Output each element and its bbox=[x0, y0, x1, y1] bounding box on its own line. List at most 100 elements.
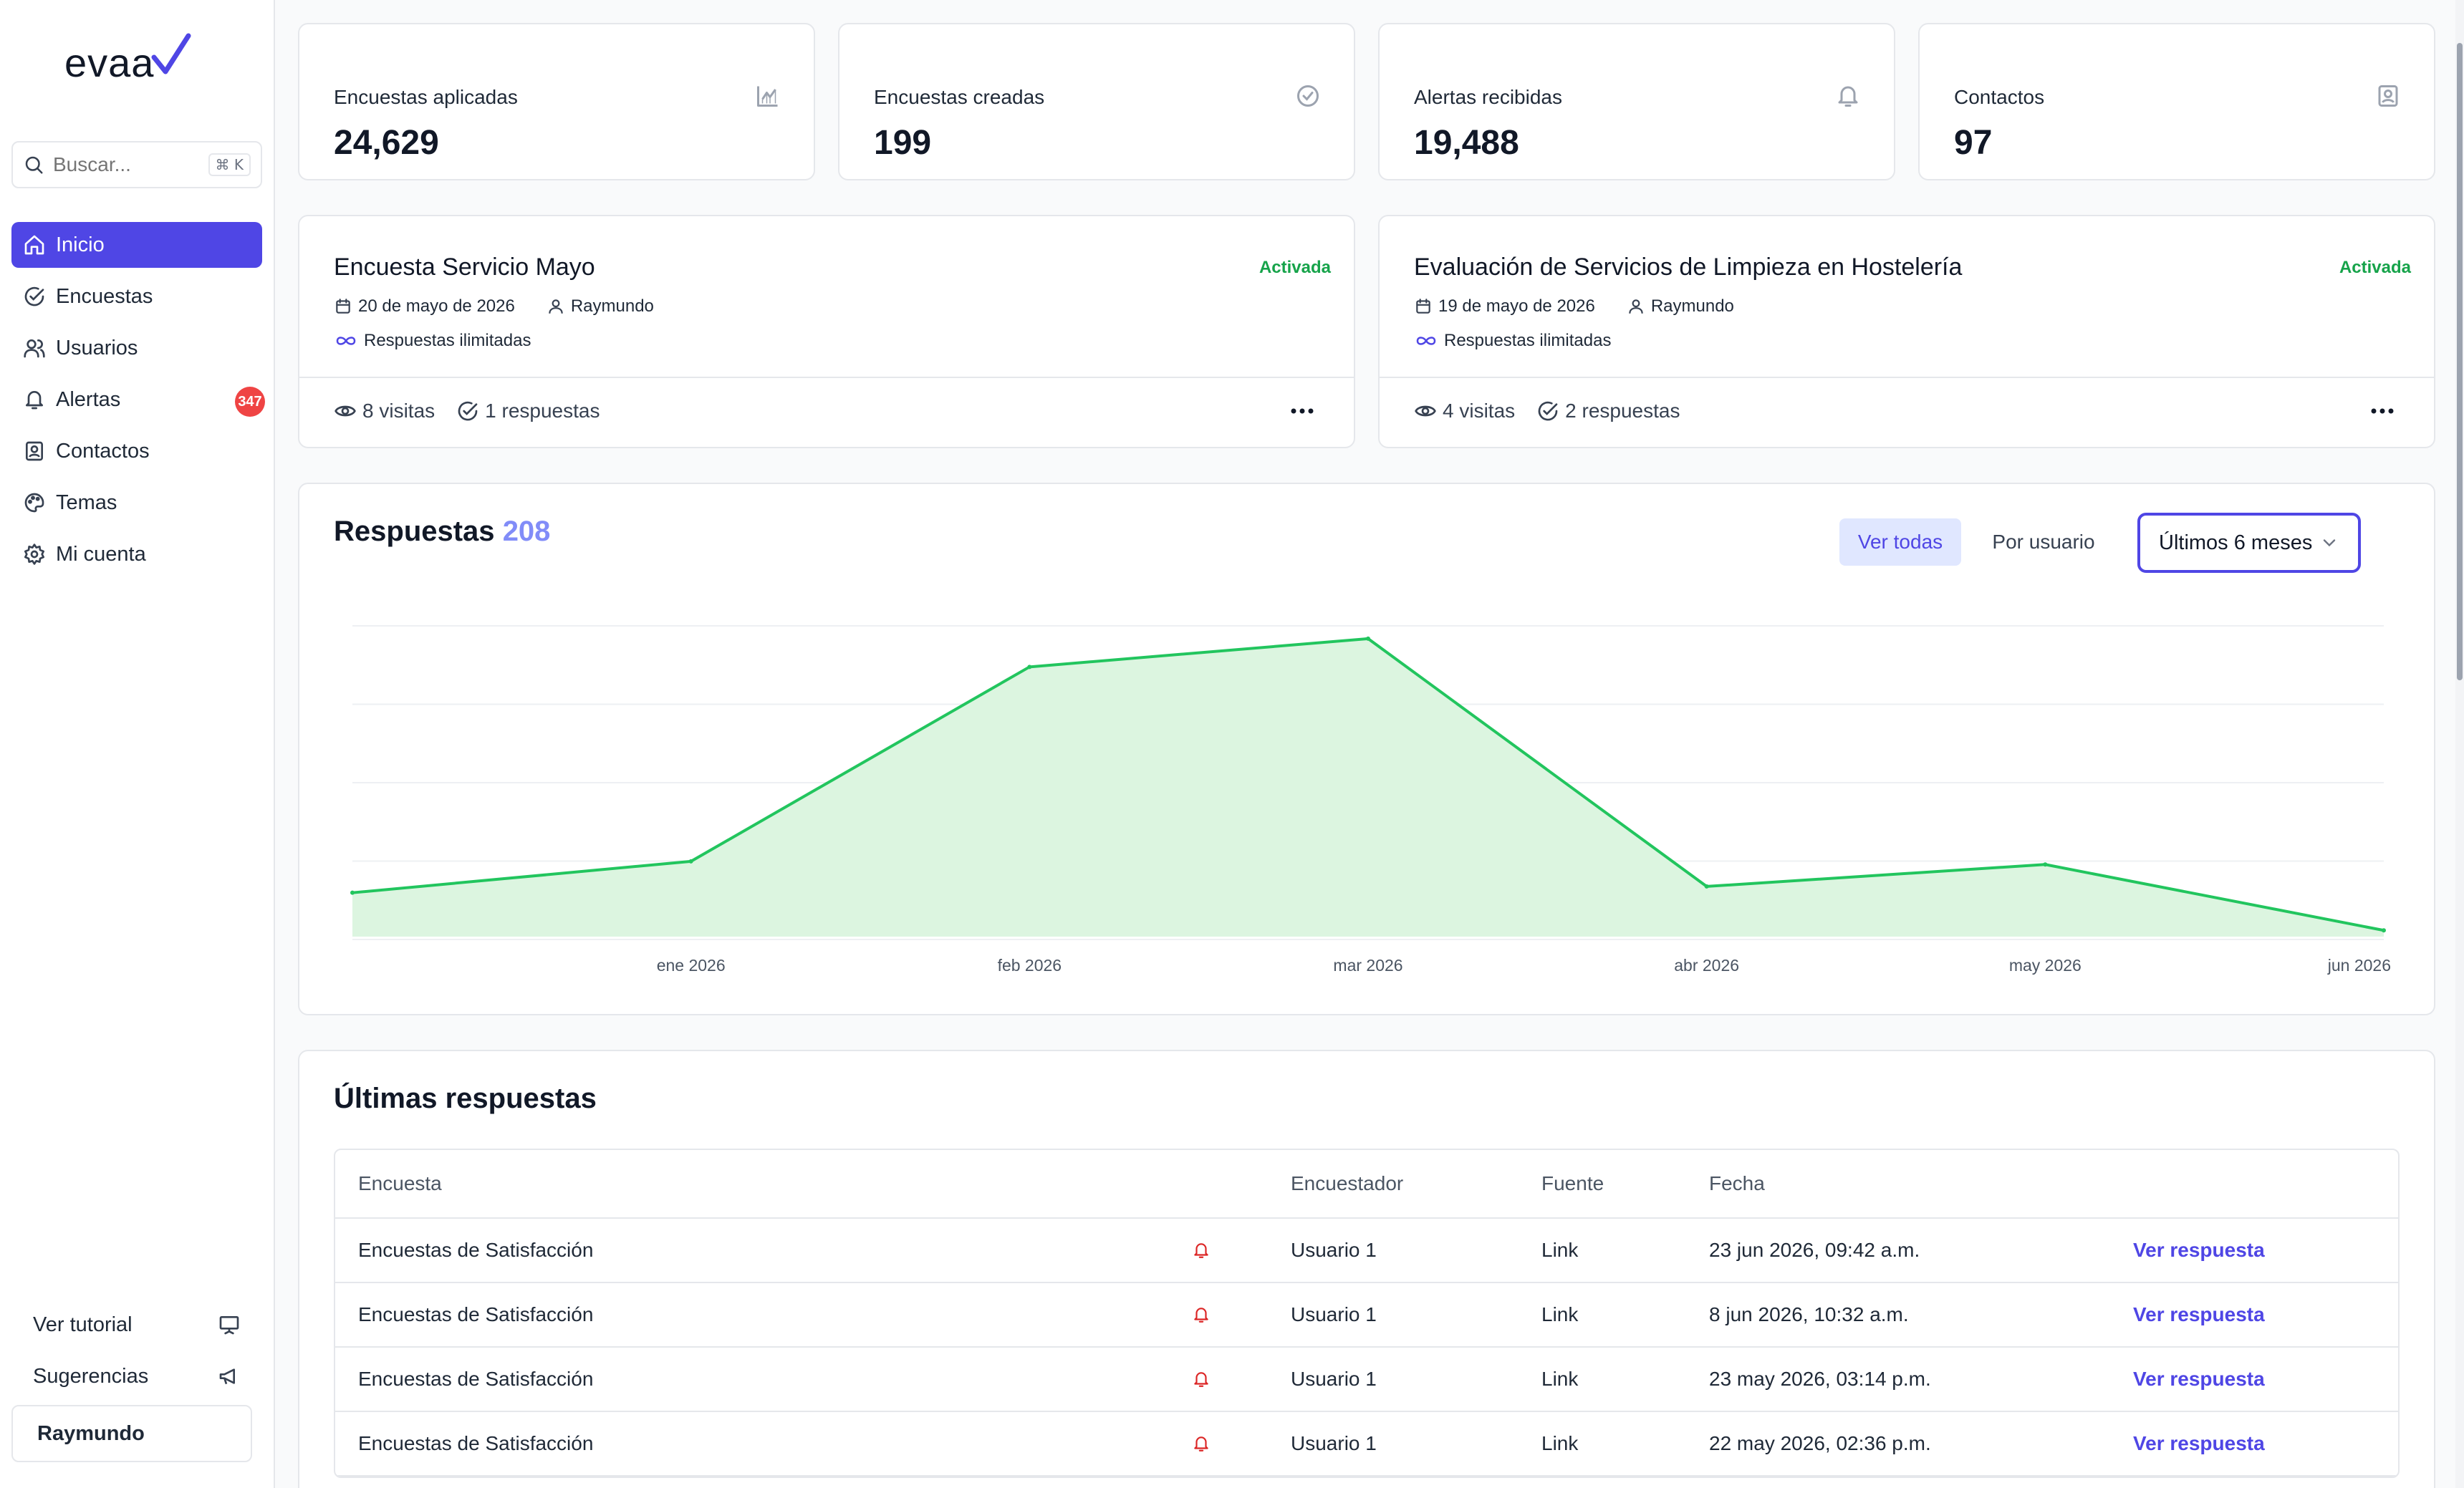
survey-title[interactable]: Evaluación de Servicios de Limpieza en H… bbox=[1414, 253, 1962, 281]
sidebar: evaa ⌘ K Inicio Encuestas Usuarios Alert… bbox=[0, 0, 275, 1488]
more-options-icon[interactable] bbox=[2368, 404, 2397, 418]
data-point[interactable] bbox=[688, 859, 693, 864]
search-box[interactable]: ⌘ K bbox=[11, 141, 262, 188]
survey-limit: Respuestas ilimitadas bbox=[1414, 331, 1611, 351]
calendar-icon bbox=[1416, 299, 1430, 314]
row-date: 8 jun 2026, 10:32 a.m. bbox=[1709, 1303, 1909, 1325]
x-tick-label: jun 2026 bbox=[2327, 956, 2391, 975]
survey-card[interactable]: Encuesta Servicio Mayo Activada 20 de ma… bbox=[298, 215, 1355, 448]
stat-label: Encuestas creadas bbox=[874, 86, 1045, 108]
alert-bell-icon bbox=[1194, 1308, 1208, 1323]
palette-icon bbox=[24, 493, 44, 513]
tutorial-link[interactable]: Ver tutorial bbox=[11, 1302, 252, 1348]
check-circle-icon bbox=[24, 286, 44, 306]
suggestions-label: Sugerencias bbox=[33, 1364, 149, 1388]
nav-item-contactos[interactable]: Contactos bbox=[11, 428, 262, 474]
stat-value: 24,629 bbox=[334, 124, 439, 162]
stat-value: 19,488 bbox=[1414, 124, 1519, 162]
table-row: Encuestas de Satisfacción Usuario 1 Link 23… bbox=[335, 1219, 2398, 1283]
check-circle-icon bbox=[458, 401, 478, 421]
table-header: Encuesta Encuestador Fuente Fecha bbox=[335, 1150, 2398, 1219]
nav-item-mi-cuenta[interactable]: Mi cuenta bbox=[11, 531, 262, 577]
nav-item-alertas[interactable]: Alertas 347 bbox=[11, 377, 265, 422]
row-surveyor: Usuario 1 bbox=[1291, 1432, 1377, 1454]
alert-bell-icon bbox=[1194, 1436, 1208, 1451]
x-tick-label: abr 2026 bbox=[1674, 956, 1739, 975]
table-row: Encuestas de Satisfacción Usuario 1 Link 23… bbox=[335, 1348, 2398, 1412]
data-point[interactable] bbox=[350, 890, 355, 895]
data-point[interactable] bbox=[2382, 928, 2386, 933]
scrollbar-thumb[interactable] bbox=[2457, 43, 2463, 680]
nav-label: Encuestas bbox=[56, 284, 153, 308]
responses-table: Encuesta Encuestador Fuente Fecha Encues… bbox=[334, 1149, 2400, 1478]
col-source: Fuente bbox=[1541, 1172, 1604, 1194]
survey-visits: 4 visitas bbox=[1443, 400, 1516, 422]
view-response-link[interactable]: Ver respuesta bbox=[2133, 1432, 2265, 1455]
x-tick-label: ene 2026 bbox=[657, 956, 726, 975]
sidebar-footer: Ver tutorial Sugerencias Raymundo bbox=[11, 1302, 252, 1462]
row-surveyor: Usuario 1 bbox=[1291, 1239, 1377, 1261]
infinity-icon bbox=[1416, 337, 1436, 345]
user-menu[interactable]: Raymundo bbox=[11, 1405, 252, 1462]
nav-label: Mi cuenta bbox=[56, 542, 146, 566]
nav-item-temas[interactable]: Temas bbox=[11, 480, 262, 526]
row-date: 23 jun 2026, 09:42 a.m. bbox=[1709, 1239, 1920, 1261]
row-survey: Encuestas de Satisfacción bbox=[358, 1432, 594, 1454]
view-response-link[interactable]: Ver respuesta bbox=[2133, 1368, 2265, 1391]
col-survey: Encuesta bbox=[358, 1172, 442, 1194]
x-tick-label: feb 2026 bbox=[998, 956, 1062, 975]
divider bbox=[299, 377, 1354, 378]
survey-card[interactable]: Evaluación de Servicios de Limpieza en H… bbox=[1378, 215, 2435, 448]
stat-card-contactos: Contactos 97 bbox=[1918, 23, 2435, 180]
view-response-link[interactable]: Ver respuesta bbox=[2133, 1303, 2265, 1326]
data-point[interactable] bbox=[1027, 665, 1032, 670]
data-point[interactable] bbox=[1704, 884, 1709, 889]
survey-title[interactable]: Encuesta Servicio Mayo bbox=[334, 253, 595, 281]
stat-card-encuestas-aplicadas: Encuestas aplicadas 24,629 bbox=[298, 23, 815, 180]
nav-label: Temas bbox=[56, 491, 117, 514]
survey-date: 20 de mayo de 2026 bbox=[358, 296, 515, 316]
responses-chart-card: Respuestas 208 Ver todas Por usuario Últ… bbox=[298, 483, 2435, 1015]
chart-icon bbox=[757, 86, 778, 107]
user-icon bbox=[549, 299, 563, 314]
row-source: Link bbox=[1541, 1239, 1579, 1261]
nav-item-inicio[interactable]: Inicio bbox=[11, 222, 262, 268]
row-survey: Encuestas de Satisfacción bbox=[358, 1368, 594, 1390]
nav-item-encuestas[interactable]: Encuestas bbox=[11, 274, 262, 319]
responses-area-chart: ene 2026 feb 2026 mar 2026 abr 2026 may 2026… bbox=[350, 625, 2391, 975]
survey-limit: Respuestas ilimitadas bbox=[334, 331, 531, 351]
user-name: Raymundo bbox=[37, 1421, 145, 1445]
data-point[interactable] bbox=[2043, 862, 2048, 867]
survey-visits: 8 visitas bbox=[362, 400, 435, 422]
nav-item-usuarios[interactable]: Usuarios bbox=[11, 325, 262, 371]
home-icon bbox=[24, 235, 44, 255]
row-surveyor: Usuario 1 bbox=[1291, 1368, 1377, 1390]
view-response-link[interactable]: Ver respuesta bbox=[2133, 1239, 2265, 1262]
stat-card-alertas-recibidas: Alertas recibidas 19,488 bbox=[1378, 23, 1895, 180]
data-point[interactable] bbox=[1366, 636, 1370, 641]
check-circle-icon bbox=[1297, 85, 1319, 107]
x-tick-label: mar 2026 bbox=[1333, 956, 1402, 975]
row-source: Link bbox=[1541, 1432, 1579, 1454]
infinity-icon bbox=[336, 337, 356, 345]
row-surveyor: Usuario 1 bbox=[1291, 1303, 1377, 1325]
latest-responses-title: Últimas respuestas bbox=[334, 1083, 597, 1114]
survey-responses: 1 respuestas bbox=[485, 400, 600, 422]
row-date: 22 may 2026, 02:36 p.m. bbox=[1709, 1432, 1931, 1454]
stat-label: Encuestas aplicadas bbox=[334, 86, 518, 108]
eye-icon bbox=[1415, 405, 1436, 417]
more-options-icon[interactable] bbox=[1288, 404, 1317, 418]
survey-stats: 4 visitas 2 respuestas bbox=[1414, 400, 1680, 422]
table-row: Encuestas de Satisfacción Usuario 1 Link 22… bbox=[335, 1412, 2398, 1477]
divider bbox=[1380, 377, 2434, 378]
scrollbar[interactable] bbox=[2455, 0, 2464, 1488]
suggestions-link[interactable]: Sugerencias bbox=[11, 1353, 252, 1399]
eye-icon bbox=[335, 405, 356, 417]
survey-status-badge: Activada bbox=[2339, 258, 2411, 277]
search-input[interactable] bbox=[53, 153, 203, 176]
latest-responses-card: Últimas respuestas Encuesta Encuestador … bbox=[298, 1050, 2435, 1488]
gear-icon bbox=[24, 543, 44, 565]
stat-card-encuestas-creadas: Encuestas creadas 199 bbox=[838, 23, 1355, 180]
evaa-logo[interactable]: evaa bbox=[64, 30, 193, 95]
alert-bell-icon bbox=[1194, 1243, 1208, 1258]
